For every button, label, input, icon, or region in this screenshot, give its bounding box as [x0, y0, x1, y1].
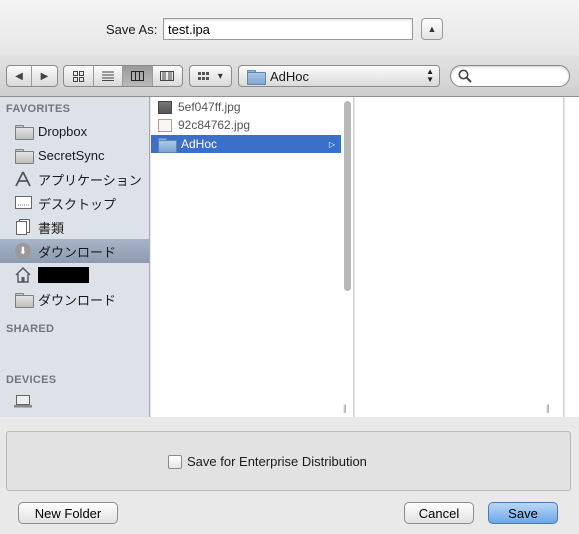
- updown-arrows-icon: ▲ ▼: [426, 67, 434, 84]
- back-button[interactable]: ◀: [7, 66, 33, 86]
- icon-view-button[interactable]: [64, 66, 94, 86]
- new-folder-button[interactable]: New Folder: [18, 502, 118, 524]
- folder-icon: [14, 148, 34, 164]
- file-row[interactable]: 5ef047ff.jpg: [151, 98, 341, 116]
- sidebar-item-applications[interactable]: アプリケーション: [0, 167, 149, 191]
- applications-icon: [15, 171, 31, 187]
- location-label: AdHoc: [270, 68, 310, 84]
- devices-heading: DEVICES: [6, 374, 57, 386]
- folder-icon: [158, 137, 177, 153]
- collapse-button[interactable]: ▲: [421, 18, 443, 40]
- coverflow-view-icon: [160, 71, 175, 81]
- image-file-icon: [158, 100, 172, 114]
- toolbar: ◀ ▶ ▾ AdHoc ▲ ▼: [0, 55, 579, 97]
- sidebar-item-desktop[interactable]: デスクトップ: [0, 191, 149, 215]
- search-icon: [458, 69, 472, 83]
- list-view-button[interactable]: [94, 66, 123, 86]
- redacted-username: [38, 267, 89, 283]
- view-mode-control: [63, 65, 183, 87]
- back-forward-control: ◀ ▶: [6, 65, 58, 87]
- sidebar-item-label: ダウンロード: [38, 292, 117, 308]
- save-button[interactable]: Save: [488, 502, 558, 524]
- folder-row-selected[interactable]: AdHoc ▷: [151, 135, 341, 153]
- sidebar-item-label: ダウンロード: [38, 244, 117, 260]
- laptop-icon: [14, 394, 32, 407]
- sidebar-item-label: 書類: [38, 220, 65, 236]
- downloads-icon: ⬇: [15, 243, 31, 259]
- location-popup[interactable]: AdHoc ▲ ▼: [238, 65, 440, 87]
- documents-icon: [16, 219, 30, 235]
- folder-icon: [247, 69, 266, 85]
- arrange-menu-button[interactable]: ▾: [189, 65, 232, 87]
- browser-column-2[interactable]: ||: [355, 97, 564, 417]
- folder-icon: [14, 292, 34, 308]
- arrange-grid-icon: [198, 71, 210, 80]
- sidebar-item-dropbox[interactable]: Dropbox: [0, 119, 149, 143]
- save-as-label: Save As:: [106, 22, 158, 37]
- triangle-up-icon: ▲: [427, 24, 437, 34]
- disclosure-arrow-icon: ▷: [328, 139, 335, 149]
- shared-heading: SHARED: [6, 323, 55, 335]
- sidebar-item-home[interactable]: [0, 263, 149, 287]
- forward-button[interactable]: ▶: [32, 66, 57, 86]
- sidebar: FAVORITES Dropbox SecretSync アプリケーション デス…: [0, 97, 150, 417]
- sidebar-item-downloads[interactable]: ⬇ ダウンロード: [0, 239, 149, 263]
- coverflow-view-button[interactable]: [153, 66, 182, 86]
- sidebar-item-label: デスクトップ: [38, 196, 117, 212]
- folder-icon: [14, 124, 34, 140]
- file-row[interactable]: 92c84762.jpg: [151, 116, 341, 134]
- image-file-icon: [158, 118, 172, 132]
- save-header: Save As: ▲: [0, 0, 579, 55]
- enterprise-checkbox-label: Save for Enterprise Distribution: [187, 454, 367, 469]
- cancel-button[interactable]: Cancel: [404, 502, 474, 524]
- file-name: 5ef047ff.jpg: [178, 100, 241, 114]
- home-icon: [15, 267, 31, 283]
- column-resize-handle[interactable]: ||: [343, 403, 347, 413]
- desktop-icon: [14, 196, 32, 209]
- enterprise-checkbox[interactable]: [168, 455, 182, 469]
- file-name: 92c84762.jpg: [178, 118, 251, 132]
- chevron-down-icon: ▾: [217, 70, 223, 82]
- search-field[interactable]: [450, 65, 570, 87]
- sidebar-item-label: SecretSync: [38, 147, 105, 163]
- back-arrow-icon: ◀: [15, 70, 23, 82]
- folder-name: AdHoc: [181, 137, 218, 151]
- sidebar-item-downloads-folder[interactable]: ダウンロード: [0, 287, 149, 311]
- vertical-scrollbar[interactable]: [344, 101, 351, 291]
- sidebar-item-device[interactable]: [0, 389, 149, 413]
- browser-column-3[interactable]: [565, 97, 579, 417]
- forward-arrow-icon: ▶: [40, 70, 49, 82]
- browser-column-1[interactable]: 5ef047ff.jpg 92c84762.jpg AdHoc ▷ ||: [151, 97, 354, 417]
- sidebar-item-label: アプリケーション: [38, 172, 142, 188]
- favorites-heading: FAVORITES: [6, 103, 71, 115]
- list-view-icon: [101, 71, 114, 81]
- filename-input[interactable]: [163, 18, 413, 40]
- sidebar-item-documents[interactable]: 書類: [0, 215, 149, 239]
- icon-view-icon: [72, 70, 84, 82]
- column-view-button[interactable]: [123, 66, 153, 86]
- sidebar-item-label: Dropbox: [38, 123, 88, 139]
- column-view-icon: [130, 71, 144, 81]
- sidebar-item-secretsync[interactable]: SecretSync: [0, 143, 149, 167]
- column-resize-handle[interactable]: ||: [546, 403, 550, 413]
